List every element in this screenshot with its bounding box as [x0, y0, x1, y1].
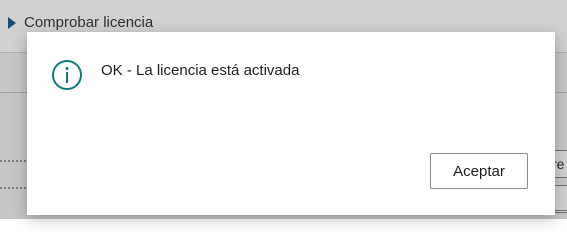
- message-dialog: OK - La licencia está activada Aceptar: [27, 32, 555, 215]
- info-icon: [52, 60, 82, 90]
- dialog-message: OK - La licencia está activada: [101, 62, 300, 79]
- accept-button[interactable]: Aceptar: [430, 153, 528, 189]
